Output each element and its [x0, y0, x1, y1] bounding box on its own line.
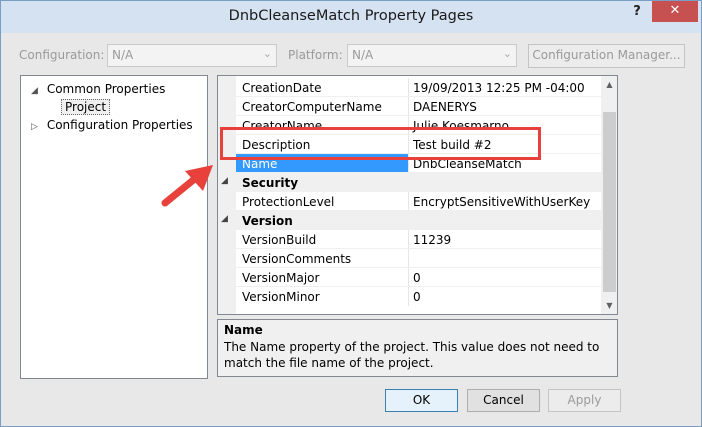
- grid-row-creation-date[interactable]: CreationDate 19/09/2013 12:25 PM -04:00: [218, 78, 601, 97]
- description-title: Name: [224, 323, 263, 337]
- collapsed-triangle-icon[interactable]: ▷: [31, 118, 43, 136]
- chevron-down-icon: ⌄: [262, 47, 272, 60]
- property-value[interactable]: 0: [413, 271, 421, 285]
- title-bar: DnbCleanseMatch Property Pages ? ✕: [1, 1, 701, 33]
- property-name: VersionMajor: [242, 271, 320, 285]
- annotation-arrow-icon: [161, 165, 213, 207]
- category-collapse-icon[interactable]: ◢: [221, 214, 228, 224]
- category-name: Version: [242, 214, 293, 228]
- property-value: 19/09/2013 12:25 PM -04:00: [413, 81, 585, 95]
- property-value: DAENERYS: [413, 100, 477, 114]
- property-name: VersionMinor: [242, 290, 320, 304]
- column-divider: [408, 230, 409, 249]
- grid-row-protection-level[interactable]: ProtectionLevel EncryptSensitiveWithUser…: [218, 192, 601, 211]
- platform-label: Platform:: [288, 48, 343, 62]
- column-divider: [408, 97, 409, 116]
- scroll-up-icon[interactable]: ▲: [601, 76, 617, 93]
- tree-item-label: Common Properties: [46, 82, 166, 96]
- chevron-down-icon: ⌄: [502, 47, 512, 60]
- configuration-select-value: N/A: [112, 48, 134, 62]
- grid-row-version-minor[interactable]: VersionMinor 0: [218, 287, 601, 306]
- configuration-manager-button[interactable]: Configuration Manager...: [528, 44, 685, 68]
- configuration-select[interactable]: N/A ⌄: [107, 44, 277, 67]
- property-value[interactable]: 11239: [413, 233, 451, 247]
- property-name: VersionComments: [242, 252, 352, 266]
- grid-row-version-comments[interactable]: VersionComments: [218, 249, 601, 268]
- cancel-button[interactable]: Cancel: [467, 389, 540, 412]
- grid-row-version-major[interactable]: VersionMajor 0: [218, 268, 601, 287]
- property-name: CreationDate: [242, 81, 322, 95]
- property-name: ProtectionLevel: [242, 195, 335, 209]
- help-icon[interactable]: ?: [629, 4, 645, 22]
- column-divider: [408, 249, 409, 268]
- category-collapse-icon[interactable]: ◢: [221, 176, 228, 186]
- property-tree: ◢ Common Properties Project ▷ Configurat…: [20, 75, 208, 379]
- expanded-triangle-icon[interactable]: ◢: [31, 82, 43, 100]
- column-divider: [408, 192, 409, 211]
- configuration-label: Configuration:: [19, 48, 105, 62]
- vertical-scrollbar[interactable]: ▲ ▼: [601, 76, 617, 314]
- property-pages-dialog: DnbCleanseMatch Property Pages ? ✕ Confi…: [0, 0, 702, 427]
- grid-category-version[interactable]: ◢ Version: [218, 211, 601, 230]
- tree-item-label: Configuration Properties: [46, 118, 193, 132]
- platform-select-value: N/A: [352, 48, 374, 62]
- tree-item-common-properties[interactable]: ◢ Common Properties: [31, 80, 165, 98]
- property-value[interactable]: 0: [413, 290, 421, 304]
- close-icon[interactable]: ✕: [652, 1, 698, 22]
- scroll-down-icon[interactable]: ▼: [601, 297, 617, 314]
- description-panel: Name The Name property of the project. T…: [217, 319, 618, 377]
- grid-category-security[interactable]: ◢ Security: [218, 173, 601, 192]
- platform-select[interactable]: N/A ⌄: [347, 44, 517, 67]
- window-title: DnbCleanseMatch Property Pages: [228, 8, 474, 24]
- column-divider: [408, 78, 409, 97]
- category-name: Security: [242, 176, 299, 190]
- apply-button[interactable]: Apply: [548, 389, 621, 412]
- tree-item-project[interactable]: Project: [61, 98, 111, 116]
- tree-item-configuration-properties[interactable]: ▷ Configuration Properties: [31, 116, 193, 134]
- property-value[interactable]: EncryptSensitiveWithUserKey: [413, 195, 590, 209]
- scroll-thumb[interactable]: [603, 112, 616, 292]
- tree-item-label: Project: [61, 99, 111, 115]
- description-text: The Name property of the project. This v…: [224, 340, 600, 370]
- property-name: VersionBuild: [242, 233, 317, 247]
- property-grid: CreationDate 19/09/2013 12:25 PM -04:00 …: [217, 75, 618, 315]
- column-divider: [408, 287, 409, 306]
- annotation-highlight-box: [220, 127, 541, 160]
- property-name: CreatorComputerName: [242, 100, 382, 114]
- ok-button[interactable]: OK: [385, 389, 458, 412]
- grid-row-creator-computer-name[interactable]: CreatorComputerName DAENERYS: [218, 97, 601, 116]
- column-divider: [408, 268, 409, 287]
- grid-row-version-build[interactable]: VersionBuild 11239: [218, 230, 601, 249]
